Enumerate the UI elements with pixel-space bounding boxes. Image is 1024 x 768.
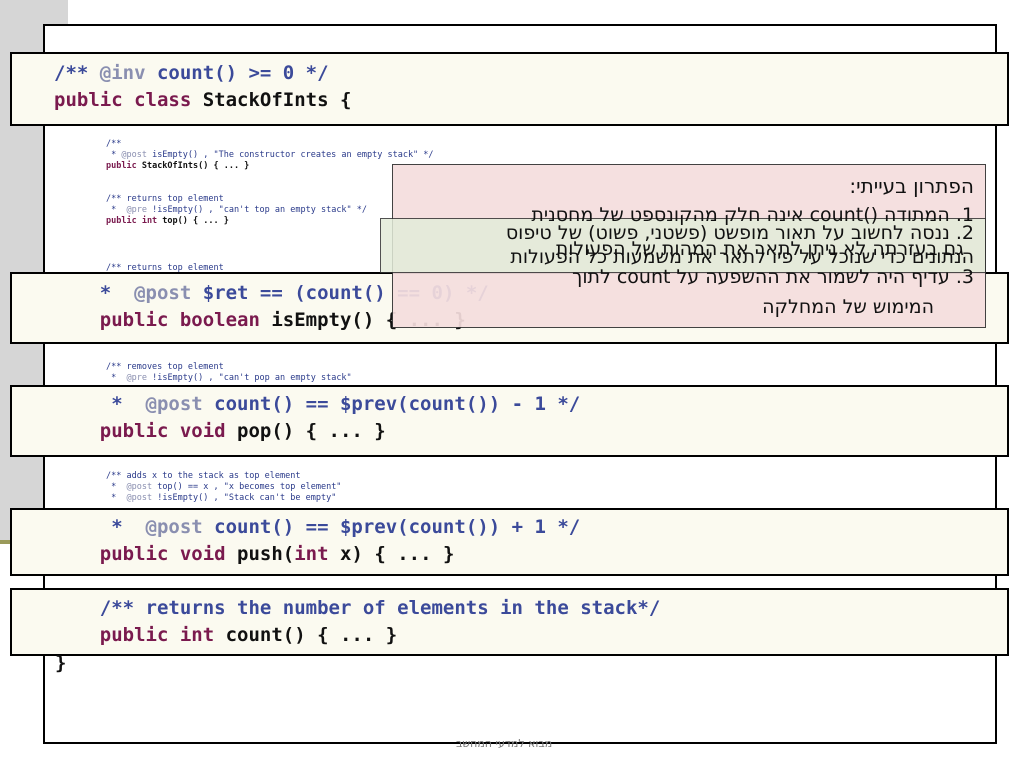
callout-item-3-line-1: 3. עדיף היה לשמור את ההשפעה על count לתו…: [572, 266, 974, 288]
pop-post-line: * @post count() == $prev(count()) - 1 */: [54, 393, 581, 415]
top-method-doc: /** returns top element * @pre !isEmpty(…: [106, 194, 368, 226]
slide-footer: מבוא למדעי המחשב: [456, 737, 553, 750]
push-band: * @post count() == $prev(count()) + 1 */…: [10, 508, 1009, 576]
count-band: /** returns the number of elements in th…: [10, 588, 1009, 656]
invariant-line: /** @inv count() >= 0 */: [54, 62, 329, 84]
callout-item-2-line-2: הנתונים כדי שנוכל על פיו לתאר את משמעות …: [510, 246, 974, 268]
class-header-band: /** @inv count() >= 0 */ public class St…: [10, 52, 1009, 126]
pop-signature: public void pop() { ... }: [54, 420, 386, 442]
closing-brace: }: [55, 652, 67, 674]
count-signature: public int count() { ... }: [54, 624, 398, 646]
pop-band: * @post count() == $prev(count()) - 1 */…: [10, 385, 1009, 457]
push-method-doc: /** adds x to the stack as top element *…: [106, 471, 342, 503]
constructor-doc: /** * @post isEmpty() , "The constructor…: [106, 139, 434, 171]
count-doc-line: /** returns the number of elements in th…: [54, 597, 661, 619]
callout-item-3-line-2: המימוש של המחלקה: [762, 296, 934, 318]
callout-title: הפתרון בעייתי:: [849, 174, 974, 198]
push-post-line: * @post count() == $prev(count()) + 1 */: [54, 516, 581, 538]
push-signature: public void push(int x) { ... }: [54, 543, 455, 565]
pop-method-doc: /** removes top element * @pre !isEmpty(…: [106, 362, 352, 383]
class-declaration: public class StackOfInts {: [54, 89, 352, 111]
